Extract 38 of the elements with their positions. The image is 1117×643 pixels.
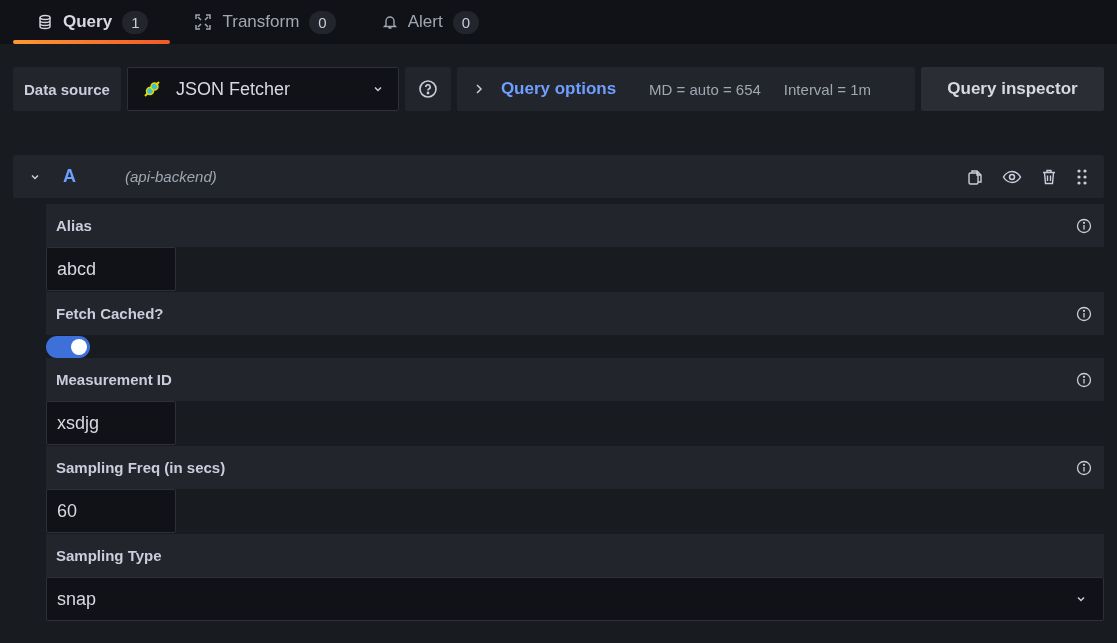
max-data-points: MD = auto = 654 bbox=[649, 80, 761, 98]
field-label: Measurement ID bbox=[56, 371, 172, 388]
bell-icon bbox=[381, 14, 398, 30]
toggle-switch[interactable] bbox=[46, 336, 90, 358]
count-badge: 0 bbox=[309, 10, 336, 34]
info-icon[interactable] bbox=[1076, 371, 1092, 388]
query-options-bar[interactable]: Query options MD = auto = 654 Interval = 1m bbox=[456, 67, 915, 111]
query-inspector-button[interactable]: Query inspector bbox=[921, 67, 1104, 111]
chevron-right-icon bbox=[473, 83, 484, 95]
database-icon bbox=[37, 14, 53, 30]
datasource-name: (api-backend) bbox=[125, 168, 218, 185]
info-icon[interactable] bbox=[1076, 217, 1092, 234]
help-icon bbox=[417, 79, 438, 99]
trash-icon[interactable] bbox=[1040, 167, 1058, 186]
query-ref: A bbox=[63, 166, 77, 187]
select-field[interactable]: snap bbox=[46, 577, 1104, 621]
text-input[interactable]: 60 bbox=[46, 489, 176, 533]
count-badge: 1 bbox=[122, 10, 149, 34]
interval-text: Interval = 1m bbox=[783, 80, 871, 98]
field-label: Sampling Freq (in secs) bbox=[56, 459, 226, 476]
info-icon[interactable] bbox=[1076, 305, 1092, 322]
tab[interactable]: Query 1 bbox=[13, 0, 171, 44]
info-icon[interactable] bbox=[1076, 459, 1092, 476]
transform-icon bbox=[194, 13, 213, 31]
field-label: Sampling Type bbox=[56, 547, 162, 564]
field-label: Fetch Cached? bbox=[56, 305, 164, 322]
copy-icon[interactable] bbox=[966, 167, 984, 186]
drag-handle-icon[interactable] bbox=[1076, 167, 1088, 186]
count-badge: 0 bbox=[452, 10, 479, 34]
tab[interactable]: Transform 0 bbox=[170, 0, 358, 44]
query-options-label: Query options bbox=[500, 79, 617, 99]
field-label: Alias bbox=[56, 217, 92, 234]
text-input[interactable]: abcd bbox=[46, 247, 176, 291]
help-button[interactable] bbox=[404, 67, 451, 111]
data-source-select[interactable]: JSON Fetcher bbox=[126, 67, 399, 111]
tab[interactable]: Alert 0 bbox=[357, 0, 501, 44]
text-input[interactable]: xsdjg bbox=[46, 401, 176, 445]
data-source-label: Data source bbox=[13, 67, 121, 111]
